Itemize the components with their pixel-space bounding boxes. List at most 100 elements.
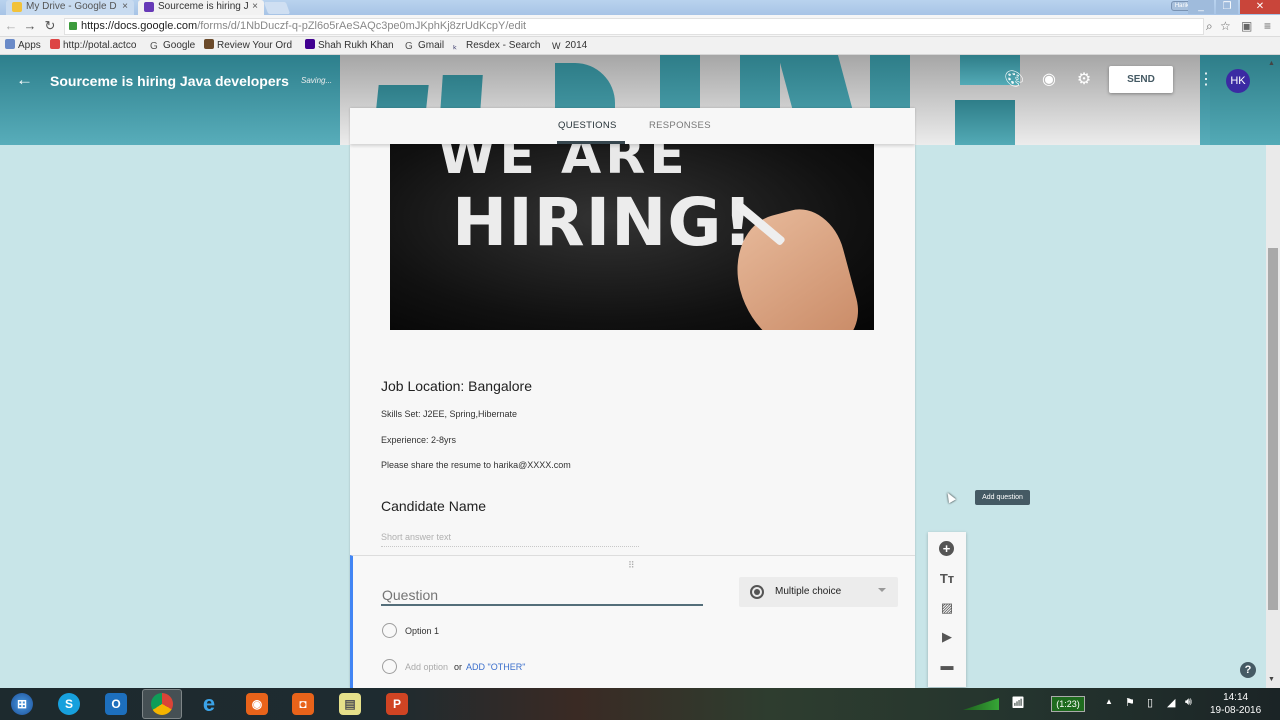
volume-icon[interactable]: 🔊︎ (1185, 696, 1192, 709)
add-section-icon[interactable]: ▬ (938, 657, 956, 675)
camera-app-icon[interactable]: ◉ (237, 689, 277, 719)
skype-icon[interactable]: S (49, 689, 89, 719)
settings-gear-icon[interactable]: ⚙ (1074, 70, 1094, 90)
network-icon[interactable]: ◢ (1167, 696, 1175, 709)
tab-responses[interactable]: RESPONSES (649, 120, 711, 132)
zoom-icon[interactable]: ⌕ (1206, 19, 1213, 33)
question-type-dropdown[interactable]: Multiple choice (739, 577, 898, 607)
bookmark-resdex[interactable]: ₖ Resdex - Search (453, 37, 540, 54)
scroll-up-arrow-icon[interactable]: ▲ (1268, 60, 1275, 67)
maximize-button[interactable]: ❐ (1216, 0, 1238, 14)
apps-grid-icon (5, 39, 15, 49)
action-center-flag-icon[interactable]: ⚑ (1125, 696, 1135, 709)
battery-indicator[interactable]: (1:23) (1051, 696, 1085, 712)
add-other-button[interactable]: ADD "OTHER" (466, 662, 525, 672)
bookmark-2014[interactable]: W 2014 (552, 37, 587, 54)
chrome-menu-icon[interactable]: ≡ (1264, 19, 1271, 33)
description-line[interactable]: Skills Set: J2EE, Spring,Hibernate (381, 409, 517, 419)
bookmarks-bar: Apps http://potal.actco G Google Review Y… (0, 37, 1280, 55)
banner-text-line1: WE ARE (438, 144, 689, 186)
send-button[interactable]: SEND (1109, 66, 1173, 93)
new-tab-button[interactable] (263, 2, 291, 14)
palette-icon[interactable]: 🎨︎ (1004, 70, 1024, 90)
outlook-icon[interactable]: O (96, 689, 136, 719)
powerpoint-icon[interactable]: P (377, 689, 417, 719)
resdex-icon: ₖ (453, 41, 458, 52)
window-close-button[interactable]: ✕ (1240, 0, 1280, 14)
back-icon[interactable]: ← (4, 18, 18, 34)
bookmark-star-icon[interactable]: ☆ (1220, 19, 1231, 33)
option-radio-icon (382, 659, 397, 674)
browser-tab-form[interactable]: Sourceme is hiring J × (138, 0, 264, 15)
scrollbar-thumb[interactable] (1268, 248, 1278, 610)
extension-icon[interactable]: ▣ (1241, 19, 1252, 33)
option-1[interactable]: Option 1 (405, 626, 439, 636)
active-question-card[interactable]: ⠿ Multiple choice Option 1 Add option or… (350, 555, 915, 688)
bookmark-shah-rukh[interactable]: Shah Rukh Khan (305, 37, 394, 54)
description-line[interactable]: Please share the resume to harika@XXXX.c… (381, 460, 571, 470)
reload-icon[interactable]: ↻ (43, 18, 57, 34)
bookmark-gmail[interactable]: G Gmail (405, 37, 444, 54)
google-drive-icon (12, 2, 22, 12)
show-hidden-icons[interactable]: ▲ (1105, 697, 1113, 706)
yahoo-icon (305, 39, 315, 49)
header-letter-shape (955, 100, 1015, 145)
bookmark-google[interactable]: G Google (150, 37, 195, 54)
tab-questions[interactable]: QUESTIONS (558, 120, 617, 132)
google-forms-icon (144, 2, 154, 12)
question-type-label: Multiple choice (775, 586, 842, 597)
preview-eye-icon[interactable]: ◉ (1039, 70, 1059, 90)
minimize-button[interactable]: _ (1188, 0, 1214, 14)
bookmark-label: Google (163, 40, 196, 51)
form-card: QUESTIONS RESPONSES WE ARE HIRING! Job L… (350, 108, 915, 688)
question-input[interactable] (381, 586, 703, 606)
google-icon: G (150, 41, 158, 52)
browser-tab-my-drive[interactable]: My Drive - Google D × (6, 0, 134, 15)
back-arrow-icon[interactable]: ← (16, 70, 33, 90)
add-video-icon[interactable]: ▶ (938, 628, 956, 646)
chrome-icon[interactable] (142, 689, 182, 719)
drag-handle-icon[interactable]: ⠿ (628, 560, 636, 571)
browser-tab-strip: My Drive - Google D × Sourceme is hiring… (0, 0, 1280, 15)
shopping-bag-icon (204, 39, 214, 49)
add-image-icon[interactable]: ▨ (938, 599, 956, 617)
clock[interactable]: 14:14 19-08-2016 (1210, 691, 1261, 717)
section-title[interactable]: Job Location: Bangalore (381, 378, 532, 394)
add-option-button[interactable]: Add option (405, 662, 448, 672)
internet-explorer-icon[interactable]: e (189, 689, 229, 719)
bookmark-potal[interactable]: http://potal.actco (50, 37, 136, 54)
sticky-notes-icon[interactable]: ▤ (330, 689, 370, 719)
scroll-down-arrow-icon[interactable]: ▼ (1268, 676, 1275, 683)
bookmark-label: Review Your Ord (217, 40, 293, 51)
bookmark-apps[interactable]: Apps (5, 37, 41, 54)
active-tab-indicator (557, 141, 625, 144)
close-tab-icon[interactable]: × (252, 0, 258, 14)
mouse-cursor (944, 490, 956, 504)
close-tab-icon[interactable]: × (122, 0, 128, 14)
google-icon: G (405, 41, 413, 52)
windows-taskbar: ⊞ S O e ◉ ◘ ▤ P 📶︎ (1:23) ▲ ⚑ ▯ ◢ 🔊︎ 14:… (0, 688, 1280, 720)
description-line[interactable]: Experience: 2-8yrs (381, 435, 456, 445)
add-title-icon[interactable]: Tт (938, 570, 956, 588)
battery-icon[interactable]: ▯ (1147, 696, 1153, 709)
side-toolbar: + Tт ▨ ▶ ▬ (928, 532, 966, 687)
avatar[interactable]: HK (1226, 69, 1250, 93)
or-label: or (454, 662, 463, 672)
question-title[interactable]: Candidate Name (381, 498, 486, 514)
form-title[interactable]: Sourceme is hiring Java developers (50, 72, 289, 90)
browser-toolbar: ← → ↻ https://docs.google.com/forms/d/1N… (0, 15, 1280, 37)
add-question-icon[interactable]: + (939, 541, 954, 556)
bookmark-label: 2014 (565, 40, 588, 51)
forward-icon[interactable]: → (23, 18, 37, 34)
address-bar[interactable]: https://docs.google.com/forms/d/1NbDuczf… (64, 18, 1204, 35)
help-icon[interactable]: ? (1240, 662, 1256, 678)
wireless-icon[interactable]: 📶︎ (1011, 696, 1025, 709)
header-letter-shape (1210, 55, 1280, 145)
more-vert-icon[interactable]: ⋮ (1198, 70, 1214, 90)
signal-strength-icon[interactable] (963, 698, 999, 710)
windows-start-icon[interactable]: ⊞ (2, 689, 42, 719)
clock-date: 19-08-2016 (1210, 705, 1262, 716)
camera-app-2-icon[interactable]: ◘ (283, 689, 323, 719)
bookmark-review-order[interactable]: Review Your Ord (204, 37, 292, 54)
header-image[interactable]: WE ARE HIRING! (390, 144, 874, 330)
